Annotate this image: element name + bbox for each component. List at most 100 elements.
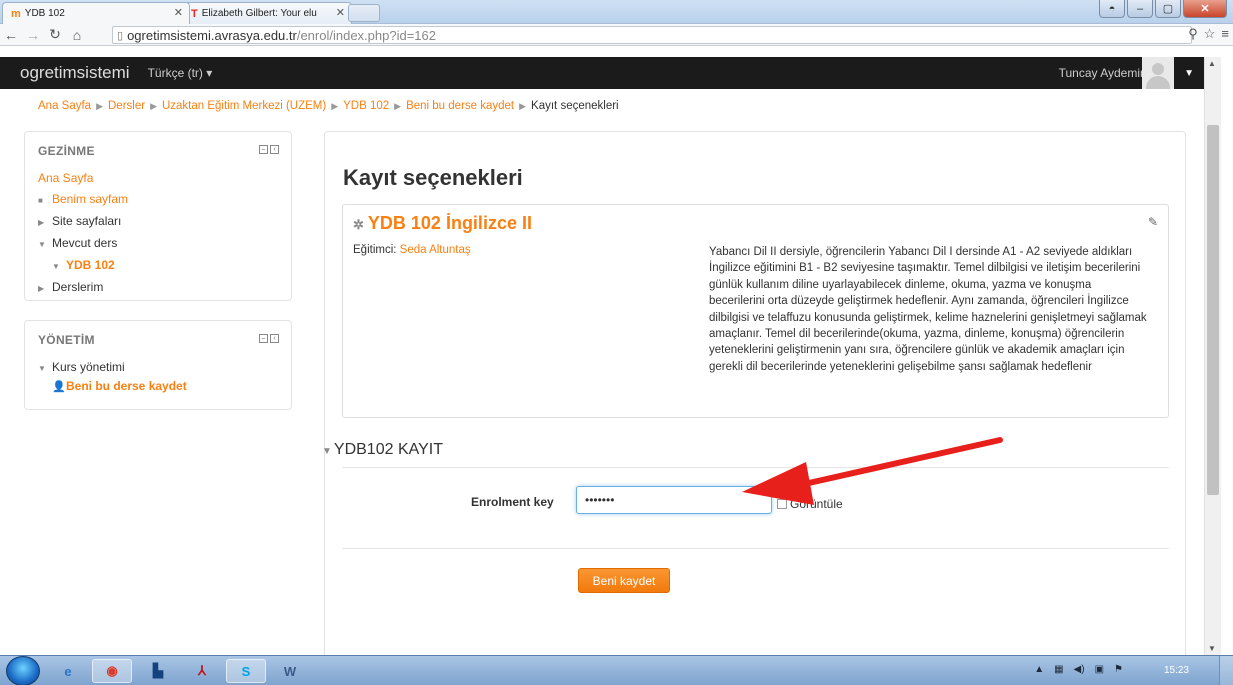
scroll-up-icon[interactable]: ▲ (1208, 59, 1216, 68)
volume-icon[interactable]: ◀) (1074, 664, 1085, 675)
expand-arrow-icon[interactable]: ▶ (38, 212, 52, 233)
page-scrollbar[interactable]: ▲ ▼ (1204, 57, 1221, 655)
teacher-link[interactable]: Seda Altuntaş (400, 244, 471, 256)
nav-item-my-page[interactable]: Benim sayfam (52, 192, 128, 206)
system-tray: ▲ ▦ ◀) ▣ ⚑ (1034, 664, 1123, 675)
course-summary: Yabancı Dil II dersiyle, öğrencilerin Ya… (709, 246, 1147, 373)
chrome-icon[interactable]: ◉ (92, 659, 132, 683)
edit-icon[interactable]: ✎ (1148, 215, 1158, 229)
nav-item-current-course[interactable]: Mevcut ders (52, 236, 117, 250)
maximize-icon[interactable]: ▢ (1155, 0, 1181, 18)
nav-item-my-courses[interactable]: Derslerim (52, 280, 103, 294)
show-desktop-button[interactable] (1219, 656, 1233, 685)
word-icon[interactable]: W (270, 659, 310, 683)
url-host: ogretimsistemi.avrasya.edu.tr (127, 27, 297, 43)
breadcrumb: Ana Sayfa ▶ Dersler ▶ Uzaktan Eğitim Merkezi… (38, 100, 619, 112)
address-bar[interactable]: ▯ ogretimsistemi.avrasya.edu.tr/enrol/in… (112, 26, 1192, 44)
divider (342, 467, 1169, 468)
divider (342, 548, 1169, 549)
nav-item-site-pages[interactable]: Site sayfaları (52, 214, 121, 228)
collapse-arrow-icon[interactable]: ▼ (52, 256, 66, 277)
ie-icon[interactable]: e (48, 659, 88, 683)
window-controls: ◓ – ▢ ✕ (1099, 0, 1227, 18)
moodle-favicon-icon: m (11, 7, 21, 20)
course-teacher: Eğitimci: Seda Altuntaş (353, 244, 471, 256)
language-menu[interactable]: Türkçe (tr) ▾ (148, 66, 213, 80)
tray-arrow-icon[interactable]: ▲ (1034, 664, 1044, 675)
top-gap (0, 46, 1204, 57)
admin-item-enrol-me[interactable]: Beni bu derse kaydet (66, 379, 187, 393)
user-profile-icon[interactable]: ◓ (1099, 0, 1125, 18)
forward-icon[interactable]: → (22, 27, 44, 43)
admin-item-course-admin[interactable]: Kurs yönetimi (52, 360, 125, 374)
bookmark-star-icon[interactable]: ☆ (1204, 26, 1216, 42)
breadcrumb-enrol[interactable]: Beni bu derse kaydet (406, 100, 514, 112)
browser-toolbar: ← → ↻ ⌂ ▯ ogretimsistemi.avrasya.edu.tr /… (0, 24, 1233, 46)
taskbar: e ◉ ▙ ⅄ S W ▲ ▦ ◀) ▣ ⚑ 15:23 (0, 655, 1233, 685)
browser-tab-strip: m YDB 102 ✕ T Elizabeth Gilbert: Your el… (0, 0, 1233, 24)
breadcrumb-category[interactable]: Uzaktan Eğitim Merkezi (UZEM) (162, 100, 326, 112)
browser-tab-ydb102[interactable]: m YDB 102 ✕ (2, 2, 190, 24)
administration-block: YÖNETİM – ‹ ▼ Kurs yönetimi 👤Beni bu derse… (24, 320, 292, 410)
window-close-icon[interactable]: ✕ (1183, 0, 1227, 18)
app-icon[interactable]: ▙ (138, 659, 178, 683)
show-password-checkbox[interactable] (777, 499, 787, 509)
dock-icon[interactable]: – (259, 145, 268, 154)
breadcrumb-home[interactable]: Ana Sayfa (38, 100, 91, 112)
new-tab-button[interactable] (348, 4, 380, 22)
network-icon[interactable]: ▦ (1054, 664, 1063, 675)
user-icon: 👤 (52, 381, 66, 393)
collapse-icon[interactable]: ‹ (270, 145, 279, 154)
site-navbar: ogretimsistemi Türkçe (tr) ▾ Tuncay Ayde… (0, 57, 1204, 89)
ted-favicon-icon: T (191, 7, 198, 20)
action-flag-icon[interactable]: ⚑ (1114, 664, 1123, 675)
scroll-down-icon[interactable]: ▼ (1208, 644, 1216, 653)
breadcrumb-course[interactable]: YDB 102 (343, 100, 389, 112)
expand-arrow-icon[interactable]: ▶ (38, 278, 52, 299)
tab-close-icon[interactable]: ✕ (174, 6, 183, 19)
collapse-arrow-icon[interactable]: ▼ (38, 234, 52, 255)
form-section-legend[interactable]: ▼ YDB102 KAYIT (322, 441, 443, 459)
enrolment-key-label: Enrolment key (471, 495, 554, 509)
collapse-arrow-icon[interactable]: ▼ (38, 358, 52, 379)
tab-close-icon[interactable]: ✕ (336, 6, 345, 19)
home-icon[interactable]: ⌂ (66, 27, 88, 43)
course-gear-icon: ✲ (353, 217, 364, 232)
browser-tab-ted[interactable]: T Elizabeth Gilbert: Your elu ✕ (182, 2, 352, 24)
display-icon[interactable]: ▣ (1095, 664, 1104, 675)
course-name[interactable]: ✲ YDB 102 İngilizce II (353, 213, 532, 234)
breadcrumb-courses[interactable]: Dersler (108, 100, 145, 112)
course-box: ✲ YDB 102 İngilizce II ✎ Eğitimci: Seda A… (342, 204, 1169, 418)
show-password-label[interactable]: Görüntüle (790, 497, 843, 511)
tab-title: Elizabeth Gilbert: Your elu (201, 8, 317, 19)
back-icon[interactable]: ← (0, 27, 22, 43)
collapse-icon[interactable]: ‹ (270, 334, 279, 343)
start-button[interactable] (6, 656, 40, 685)
reload-icon[interactable]: ↻ (44, 26, 66, 43)
block-title: YÖNETİM (38, 333, 95, 347)
enrolment-key-input[interactable] (576, 486, 772, 514)
nav-item-home[interactable]: Ana Sayfa (38, 171, 93, 185)
bullet-icon: ■ (38, 196, 43, 205)
menu-icon[interactable]: ≡ (1221, 26, 1229, 42)
pdf-reader-icon[interactable]: ⅄ (182, 659, 222, 683)
tab-title: YDB 102 (24, 8, 65, 19)
enrol-me-button[interactable]: Beni kaydet (578, 568, 670, 593)
user-menu-caret-icon[interactable]: ▼ (1184, 68, 1194, 79)
page-icon: ▯ (117, 29, 124, 42)
user-name[interactable]: Tuncay Aydemir (1059, 66, 1144, 80)
taskbar-clock[interactable]: 15:23 (1164, 665, 1189, 676)
dock-icon[interactable]: – (259, 334, 268, 343)
section-caret-icon: ▼ (322, 446, 332, 457)
scroll-thumb[interactable] (1207, 125, 1219, 495)
avatar[interactable] (1142, 57, 1174, 89)
page-title: Kayıt seçenekleri (343, 165, 523, 190)
minimize-icon[interactable]: – (1127, 0, 1153, 18)
url-path: /enrol/index.php?id=162 (296, 27, 436, 43)
breadcrumb-current: Kayıt seçenekleri (531, 100, 619, 112)
nav-item-ydb102[interactable]: YDB 102 (66, 258, 115, 272)
navigation-block: GEZİNME – ‹ Ana Sayfa ■ Benim sayfam ▶ Site… (24, 131, 292, 301)
skype-icon[interactable]: S (226, 659, 266, 683)
extension-icon[interactable]: ⚲ (1188, 26, 1198, 42)
site-brand[interactable]: ogretimsistemi (20, 63, 130, 83)
